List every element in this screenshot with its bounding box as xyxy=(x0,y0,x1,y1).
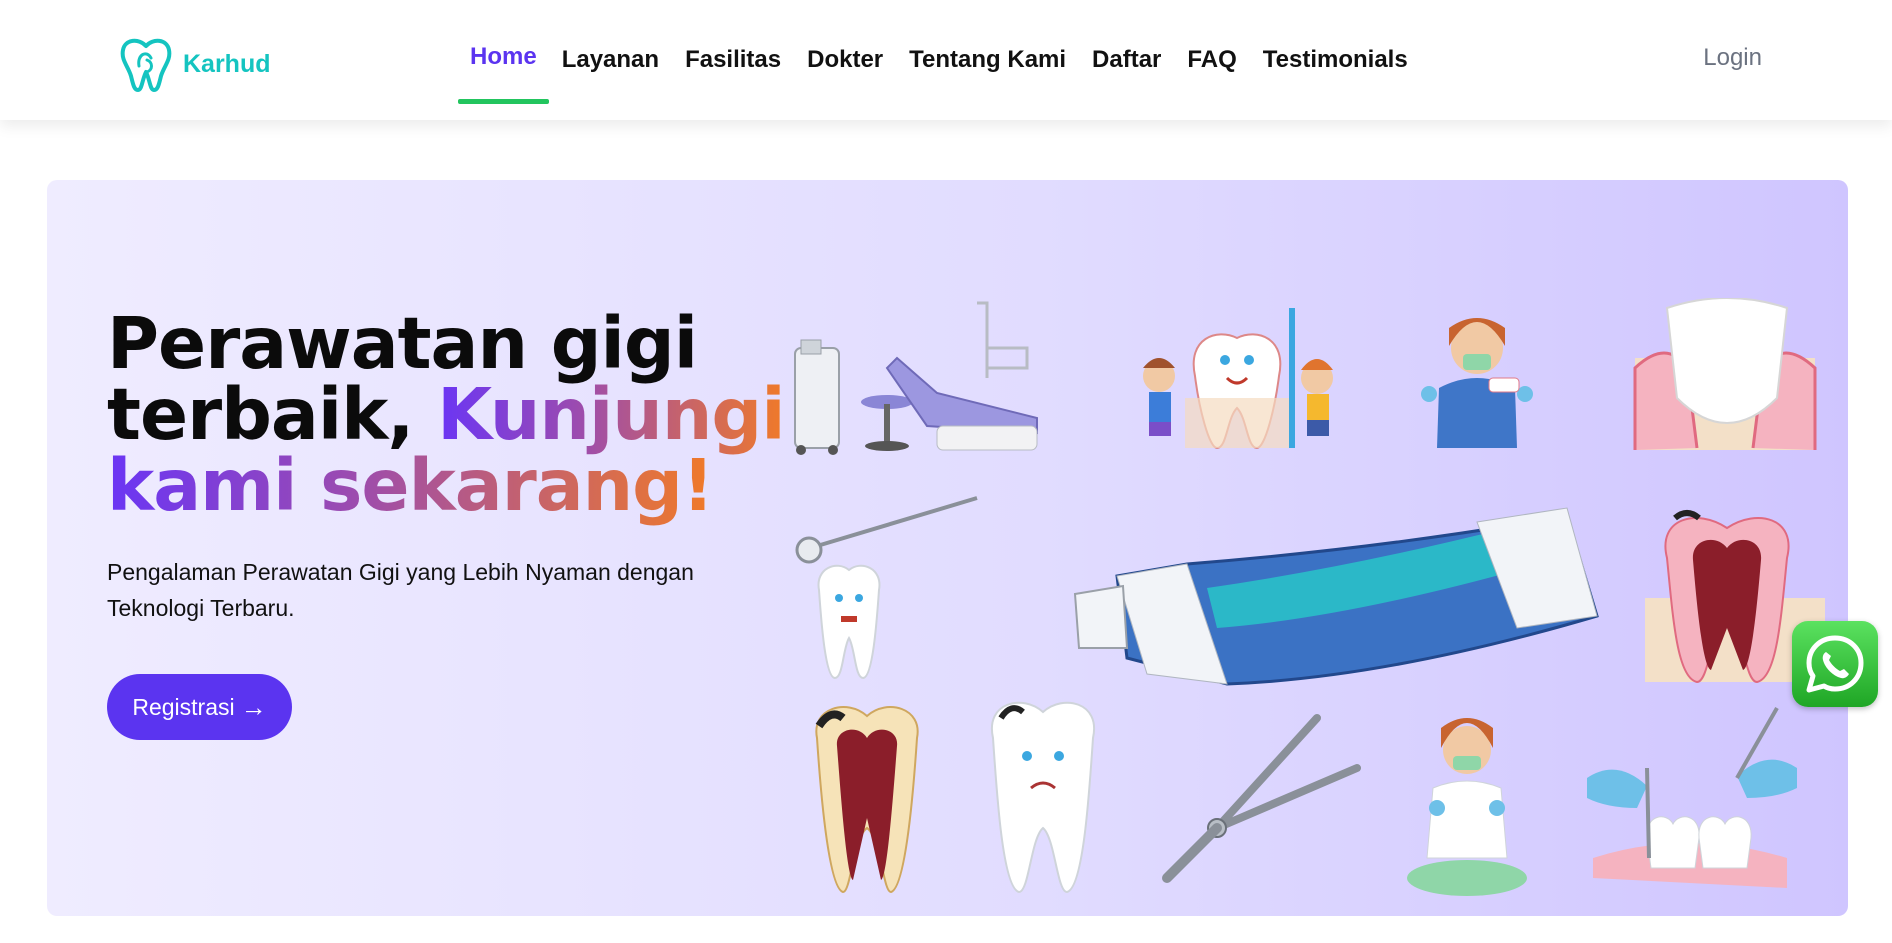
dentist-patient-icon xyxy=(1407,718,1527,896)
main-nav: Home Layanan Fasilitas Dokter Tentang Ka… xyxy=(458,0,1421,120)
nav-testimonials[interactable]: Testimonials xyxy=(1250,0,1421,120)
nav-faq[interactable]: FAQ xyxy=(1174,0,1249,120)
nav-fasilitas[interactable]: Fasilitas xyxy=(672,0,794,120)
hero-headline: Perawatan gigi terbaik, Kunjungi kami se… xyxy=(107,308,787,521)
arrow-right-icon: → xyxy=(240,691,267,722)
dental-chair-icon xyxy=(794,301,1038,455)
hero-section: Perawatan gigi terbaik, Kunjungi kami se… xyxy=(47,180,1848,916)
toothpaste-icon xyxy=(1073,507,1599,686)
kids-tooth-icon xyxy=(1143,308,1333,450)
nav-dokter[interactable]: Dokter xyxy=(794,0,896,120)
login-link[interactable]: Login xyxy=(1703,44,1762,72)
forceps-icon xyxy=(1162,714,1361,883)
nav-layanan[interactable]: Layanan xyxy=(549,0,672,120)
sad-tooth-icon xyxy=(990,701,1096,894)
dental-mirror-icon xyxy=(795,496,978,564)
whatsapp-button[interactable] xyxy=(1792,621,1878,707)
gloved-hands-teeth-icon xyxy=(1587,707,1797,888)
nav-tentang-kami[interactable]: Tentang Kami xyxy=(896,0,1079,120)
nav-daftar[interactable]: Daftar xyxy=(1079,0,1174,120)
brand-logo[interactable]: Karhud xyxy=(117,36,271,92)
hero-subtitle: Pengalaman Perawatan Gigi yang Lebih Nya… xyxy=(107,559,694,621)
registrasi-button[interactable]: Registrasi → xyxy=(107,674,292,740)
headline-highlight-2: kami sekarang! xyxy=(107,444,714,527)
angry-tooth-icon xyxy=(817,564,881,680)
tooth-logo-icon xyxy=(120,38,172,92)
nav-home[interactable]: Home xyxy=(458,0,549,120)
registrasi-label: Registrasi xyxy=(132,693,235,720)
brand-name: Karhud xyxy=(183,49,271,78)
whatsapp-icon xyxy=(1806,635,1864,693)
dentist-woman-icon xyxy=(1421,318,1533,448)
decayed-tooth-icon xyxy=(815,706,919,894)
navbar: Karhud Home Layanan Fasilitas Dokter Ten… xyxy=(0,0,1892,120)
tooth-gum-icon xyxy=(1633,298,1817,450)
dental-illustration xyxy=(794,298,1825,896)
